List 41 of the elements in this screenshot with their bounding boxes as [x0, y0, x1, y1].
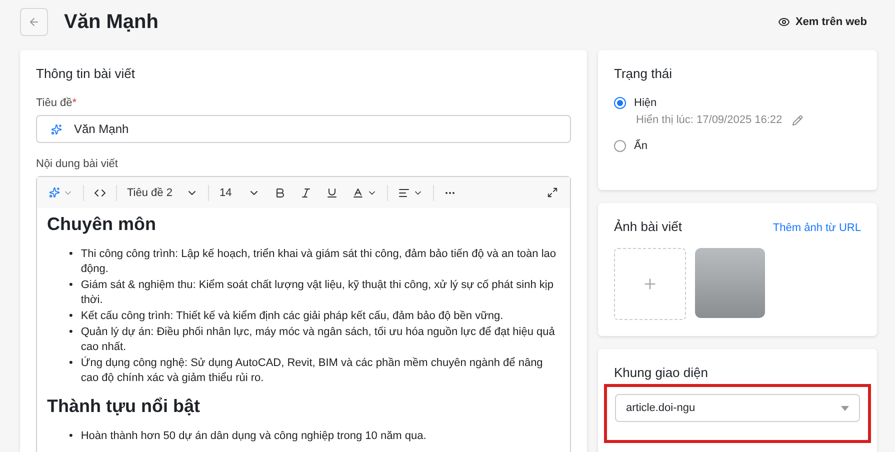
text-color-icon [352, 186, 364, 198]
sparkle-icon [51, 124, 62, 134]
align-left-icon [398, 186, 410, 198]
bullet: • [69, 309, 73, 324]
list-item: Quản lý dự án: Điều phối nhân lực, máy móc và ngân sách, tối ưu hóa nguồn lực để đạt hiệu quả cao nhất. [80, 325, 556, 355]
plus-icon [642, 276, 658, 292]
pencil-icon[interactable] [792, 114, 804, 126]
bullet: • [69, 429, 73, 444]
display-time-text: Hiển thị lúc: 17/09/2025 16:22 [636, 114, 782, 126]
list-item: Giám sát & nghiệm thu: Kiểm soát chất lượng vật liệu, kỹ thuật thi công, xử lý sự cố phát sinh kịp thời. [80, 278, 554, 308]
card-title: Ảnh bài viết [614, 219, 682, 234]
layout-select[interactable]: article.doi-ngu [615, 394, 860, 422]
card-title: Trạng thái [614, 66, 674, 81]
font-size-dropdown[interactable]: 14 [215, 186, 264, 198]
view-on-web-link[interactable]: Xem trên web [778, 16, 867, 28]
radio-option[interactable]: Ẩn [614, 140, 861, 152]
content-heading: Chuyên môn [47, 214, 158, 235]
list-item: Thi công công trình: Lập kế hoạch, triển khai và giám sát thi công, đảm bảo tiến độ và an toàn lao động. [80, 247, 557, 277]
bullet: • [69, 247, 73, 262]
sparkle-icon [49, 187, 60, 198]
field-label: Nội dung bài viết [36, 158, 119, 170]
heading-dropdown[interactable]: Tiêu đề 2 [123, 186, 202, 198]
bullet: • [69, 278, 73, 293]
caret-icon [841, 406, 849, 410]
radio-option[interactable]: Hiện [614, 97, 861, 109]
card-title: Khung giao diện [614, 365, 709, 380]
bullet: • [69, 356, 73, 371]
rich-text-editor[interactable] [36, 176, 571, 452]
photo-placeholder [695, 248, 765, 318]
list-item: Ứng dụng công nghệ: Sử dụng AutoCAD, Revit, BIM và các phần mềm chuyên ngành để nâng cao độ chính xác và giảm thiểu rủi ro. [80, 356, 544, 386]
list-item: Hoàn thành hơn 50 dự án dân dụng và công nghiệp trong 10 năm qua. [80, 429, 426, 444]
title-input-field[interactable]: Văn Mạnh [36, 115, 571, 143]
add-from-url-link[interactable]: Thêm ảnh từ URL [772, 222, 861, 234]
bullet: • [69, 325, 73, 340]
arrow-left-icon [28, 16, 40, 28]
card-title: Thông tin bài viết [36, 66, 136, 81]
page-title: Văn Mạnh [64, 10, 160, 34]
list-item: Kết cấu công trình: Thiết kế và kiểm định các giải pháp kết cấu, đảm bảo độ bền vững. [80, 309, 504, 324]
field-label: Tiêu đề* [36, 97, 78, 109]
content-heading: Thành tựu nổi bật [47, 396, 202, 417]
eye-icon [778, 16, 790, 28]
